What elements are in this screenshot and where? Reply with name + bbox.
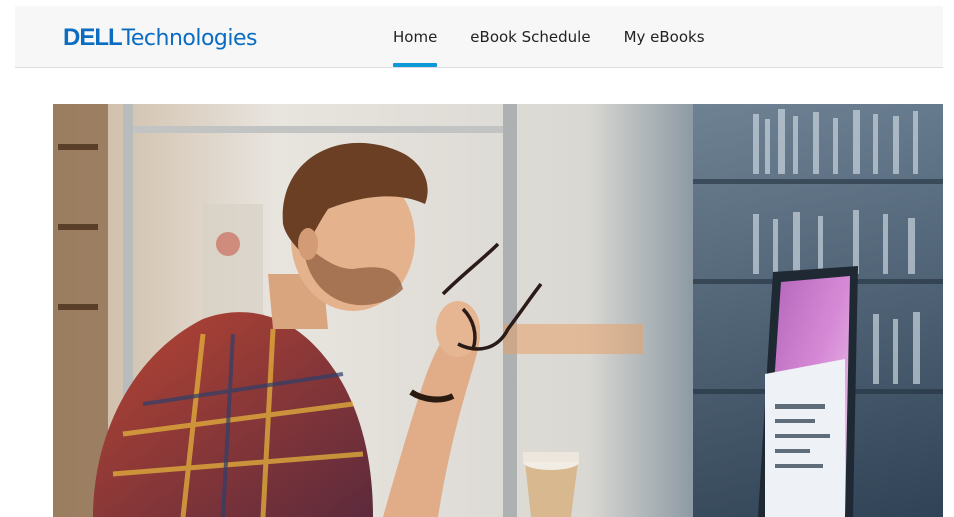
hero-banner — [53, 104, 943, 517]
logo-product: Technologies — [121, 26, 258, 51]
nav-ebook-schedule[interactable]: eBook Schedule — [470, 6, 590, 67]
top-navigation-bar: DELL Technologies Home eBook Schedule My… — [15, 6, 943, 68]
main-nav: Home eBook Schedule My eBooks — [393, 6, 738, 67]
logo-brand: DELL — [63, 24, 123, 51]
nav-my-ebooks[interactable]: My eBooks — [624, 6, 705, 67]
hero-image — [53, 104, 943, 517]
nav-home[interactable]: Home — [393, 6, 438, 67]
dell-technologies-logo[interactable]: DELL Technologies — [63, 24, 258, 51]
